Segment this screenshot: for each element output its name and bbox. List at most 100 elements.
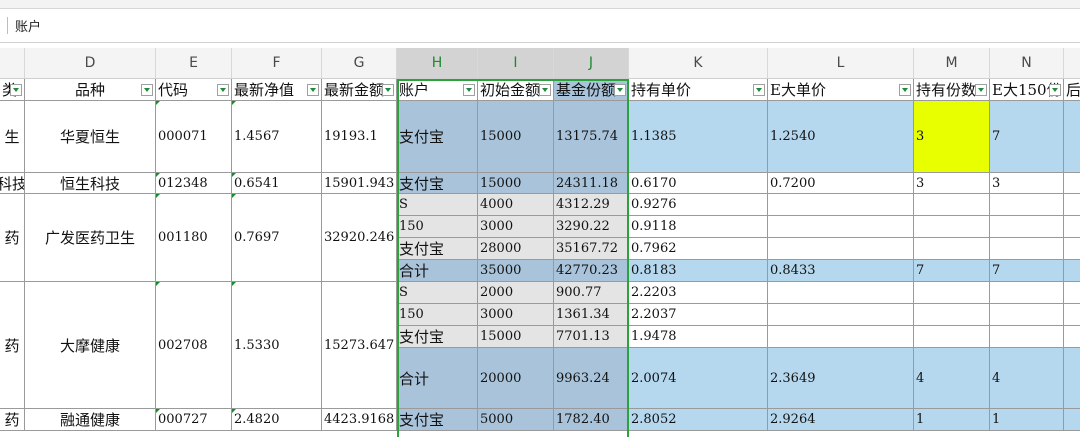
table-cell-overflow[interactable] — [1064, 260, 1080, 282]
table-cell-code[interactable]: 001180 — [156, 194, 232, 282]
table-cell-initial[interactable]: 5000 — [478, 409, 554, 431]
table-cell-category[interactable]: 药 — [0, 194, 25, 282]
table-cell-hold-price[interactable]: 0.7962 — [629, 238, 768, 260]
table-cell-e150[interactable] — [990, 194, 1064, 216]
table-cell-initial[interactable]: 35000 — [478, 260, 554, 282]
filter-dropdown-icon[interactable] — [1049, 84, 1061, 96]
table-cell-e-price[interactable] — [768, 326, 914, 348]
table-cell-hold-price[interactable]: 2.8052 — [629, 409, 768, 431]
table-cell-nav[interactable]: 1.5330 — [232, 282, 322, 409]
table-cell-shares[interactable]: 35167.72 — [554, 238, 629, 260]
table-cell-e-price[interactable]: 2.9264 — [768, 409, 914, 431]
table-cell-hold-count[interactable] — [914, 282, 990, 304]
table-cell-e150[interactable]: 7 — [990, 101, 1064, 173]
table-cell-account[interactable]: S — [397, 282, 478, 304]
table-cell-overflow[interactable] — [1064, 194, 1080, 216]
table-cell-code[interactable]: 012348 — [156, 173, 232, 194]
table-cell-amount[interactable]: 15901.943 — [322, 173, 397, 194]
table-cell-e150[interactable] — [990, 216, 1064, 238]
table-cell-hold-price[interactable]: 0.9118 — [629, 216, 768, 238]
table-cell-shares[interactable]: 9963.24 — [554, 348, 629, 409]
table-cell-hold-count[interactable] — [914, 194, 990, 216]
table-cell-hold-count[interactable] — [914, 216, 990, 238]
table-cell-hold-price[interactable]: 1.1385 — [629, 101, 768, 173]
header-cell-i[interactable]: 初始金额 — [478, 79, 554, 101]
column-header-e[interactable]: E — [156, 48, 232, 78]
table-cell-account[interactable]: 支付宝 — [397, 101, 478, 173]
table-cell-overflow[interactable] — [1064, 101, 1080, 173]
filter-dropdown-icon[interactable] — [975, 84, 987, 96]
table-cell-hold-count[interactable]: 4 — [914, 348, 990, 409]
table-cell-initial[interactable]: 2000 — [478, 282, 554, 304]
table-cell-e-price[interactable]: 1.2540 — [768, 101, 914, 173]
table-cell-initial[interactable]: 15000 — [478, 173, 554, 194]
table-cell-nav[interactable]: 1.4567 — [232, 101, 322, 173]
header-cell-e[interactable]: 代码 — [156, 79, 232, 101]
filter-dropdown-icon[interactable] — [463, 84, 475, 96]
header-cell-n[interactable]: E大150份 — [990, 79, 1064, 101]
header-cell-c[interactable]: 类 — [0, 79, 25, 101]
table-cell-nav[interactable]: 0.7697 — [232, 194, 322, 282]
table-cell-account[interactable]: 支付宝 — [397, 173, 478, 194]
table-cell-e150[interactable] — [990, 282, 1064, 304]
column-header-h[interactable]: H — [397, 48, 478, 78]
table-cell-e-price[interactable]: 0.7200 — [768, 173, 914, 194]
table-cell-hold-count[interactable]: 1 — [914, 409, 990, 431]
filter-dropdown-icon[interactable] — [753, 84, 765, 96]
table-cell-e-price[interactable] — [768, 282, 914, 304]
table-cell-code[interactable]: 000727 — [156, 409, 232, 431]
table-cell-shares[interactable]: 4312.29 — [554, 194, 629, 216]
table-cell-category[interactable]: 药 — [0, 282, 25, 409]
table-cell-hold-count[interactable] — [914, 238, 990, 260]
table-cell-e150[interactable] — [990, 326, 1064, 348]
table-cell-account-total[interactable]: 合计 — [397, 260, 478, 282]
table-cell-e150[interactable]: 1 — [990, 409, 1064, 431]
table-cell-amount[interactable]: 19193.1 — [322, 101, 397, 173]
table-cell-code[interactable]: 000071 — [156, 101, 232, 173]
header-cell-f[interactable]: 最新净值 — [232, 79, 322, 101]
table-cell-overflow[interactable] — [1064, 282, 1080, 304]
table-cell-hold-price[interactable]: 2.2037 — [629, 304, 768, 326]
table-cell-fund-name[interactable]: 大摩健康 — [25, 282, 156, 409]
table-cell-hold-count[interactable]: 7 — [914, 260, 990, 282]
column-header-d[interactable]: D — [25, 48, 156, 78]
table-cell-e150[interactable]: 7 — [990, 260, 1064, 282]
filter-dropdown-icon[interactable] — [539, 84, 551, 96]
header-cell-m[interactable]: 持有份数 — [914, 79, 990, 101]
table-cell-account[interactable]: 150 — [397, 216, 478, 238]
table-cell-hold-price[interactable]: 1.9478 — [629, 326, 768, 348]
table-cell-nav[interactable]: 2.4820 — [232, 409, 322, 431]
table-cell-hold-price[interactable]: 2.2203 — [629, 282, 768, 304]
table-cell-category[interactable]: 药 — [0, 409, 25, 431]
filter-dropdown-icon[interactable] — [217, 84, 229, 96]
table-cell-account-total[interactable]: 合计 — [397, 348, 478, 409]
header-cell-k[interactable]: 持有单价 — [629, 79, 768, 101]
table-cell-hold-count[interactable]: 3 — [914, 101, 990, 173]
table-cell-overflow[interactable] — [1064, 409, 1080, 431]
header-cell-o[interactable]: 后 — [1064, 79, 1080, 101]
column-header-k[interactable]: K — [629, 48, 768, 78]
table-cell-e-price[interactable]: 0.8433 — [768, 260, 914, 282]
filter-dropdown-icon[interactable] — [10, 84, 22, 96]
table-cell-overflow[interactable] — [1064, 238, 1080, 260]
column-header-n[interactable]: N — [990, 48, 1064, 78]
column-header-j[interactable]: J — [554, 48, 629, 78]
table-cell-shares[interactable]: 900.77 — [554, 282, 629, 304]
header-cell-j[interactable]: 基金份额 — [554, 79, 629, 101]
column-header-c[interactable] — [0, 48, 25, 78]
table-cell-shares[interactable]: 7701.13 — [554, 326, 629, 348]
table-cell-initial[interactable]: 3000 — [478, 216, 554, 238]
table-cell-account[interactable]: 支付宝 — [397, 326, 478, 348]
table-cell-fund-name[interactable]: 华夏恒生 — [25, 101, 156, 173]
table-cell-e150[interactable] — [990, 304, 1064, 326]
column-header-m[interactable]: M — [914, 48, 990, 78]
table-cell-overflow[interactable] — [1064, 326, 1080, 348]
table-cell-shares[interactable]: 3290.22 — [554, 216, 629, 238]
table-cell-fund-name[interactable]: 恒生科技 — [25, 173, 156, 194]
table-cell-initial[interactable]: 15000 — [478, 326, 554, 348]
table-cell-amount[interactable]: 15273.647 — [322, 282, 397, 409]
formula-bar[interactable]: 账户 — [0, 9, 1080, 43]
table-cell-account[interactable]: 支付宝 — [397, 238, 478, 260]
column-header-l[interactable]: L — [768, 48, 914, 78]
table-cell-amount[interactable]: 4423.9168 — [322, 409, 397, 431]
